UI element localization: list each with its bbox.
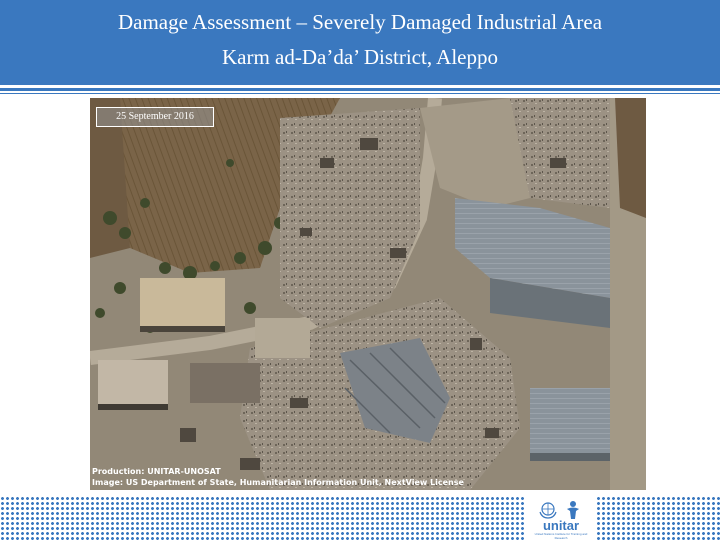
industrial-shed — [530, 388, 620, 458]
dotted-footer-band — [0, 496, 526, 540]
person-icon — [567, 501, 579, 519]
header-rule-thin — [0, 93, 720, 94]
unitar-logo: unitar United Nations Institute for Trai… — [533, 498, 589, 540]
building-roof — [255, 318, 310, 358]
damaged-building — [190, 363, 260, 403]
unitar-wordmark: unitar — [542, 518, 580, 533]
building-roof — [98, 360, 168, 406]
production-credit: Production: UNITAR-UNOSAT — [92, 467, 221, 476]
header-rule-thick — [0, 88, 720, 91]
slide-subtitle: Karm ad-Da’da’ District, Aleppo — [221, 45, 498, 69]
slide-title: Damage Assessment – Severely Damaged Ind… — [117, 10, 603, 34]
unitar-tagline: United Nations Institute for Training an… — [534, 532, 588, 540]
dotted-footer-band-right — [596, 496, 720, 540]
title-banner: Damage Assessment – Severely Damaged Ind… — [0, 0, 720, 85]
image-date-badge: 25 September 2016 — [96, 107, 214, 127]
building-roof — [140, 278, 225, 328]
satellite-image: 25 September 2016 Production: UNITAR-UNO… — [90, 98, 646, 490]
satellite-scene — [90, 98, 646, 490]
un-emblem-icon — [539, 502, 557, 519]
image-credit: Image: US Department of State, Humanitar… — [92, 478, 464, 487]
